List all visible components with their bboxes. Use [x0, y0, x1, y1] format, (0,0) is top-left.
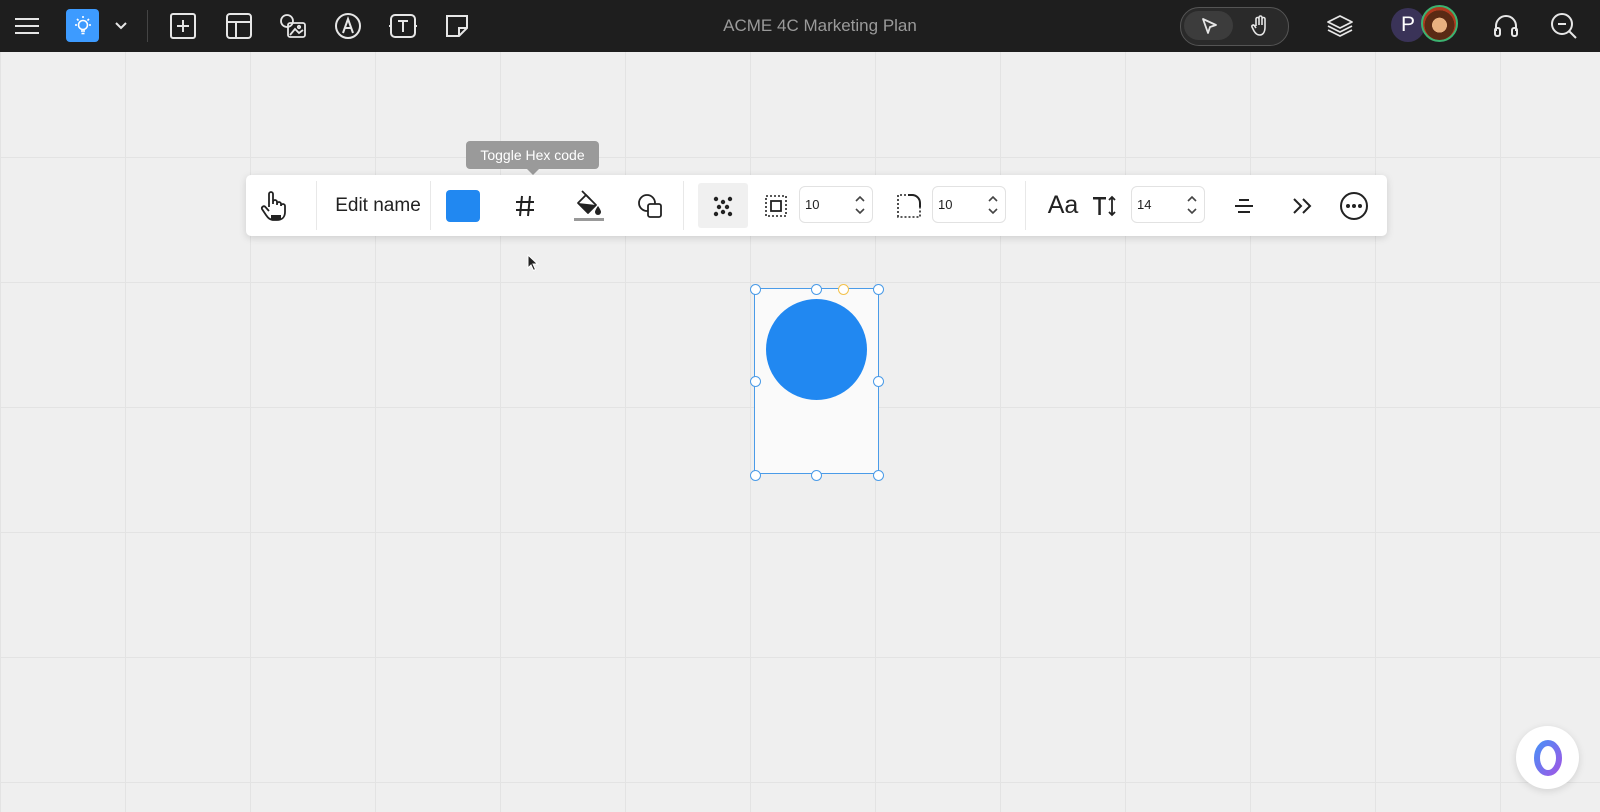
circle-shape[interactable]: [766, 299, 867, 400]
align-center-icon: [1235, 198, 1253, 213]
toolbar-divider: [430, 181, 431, 230]
hand-icon: [1250, 14, 1266, 36]
toolbar-divider: [683, 181, 684, 230]
chevron-down-icon[interactable]: [103, 8, 139, 44]
corner-radius-value: 10: [938, 197, 953, 212]
corner-radius-icon: [893, 183, 925, 228]
paint-bucket-icon: [574, 189, 604, 221]
headset-icon[interactable]: [1488, 8, 1524, 44]
resize-handle[interactable]: [873, 284, 884, 295]
avatar[interactable]: P: [1391, 8, 1425, 42]
layers-icon[interactable]: [1322, 8, 1358, 44]
resize-handle[interactable]: [873, 470, 884, 481]
pointer-icon: [1201, 17, 1217, 34]
toggle-hex-button[interactable]: [504, 183, 546, 228]
template-icon[interactable]: [221, 8, 257, 44]
top-bar: ACME 4C Marketing Plan P: [0, 0, 1600, 52]
scatter-layout-button[interactable]: [698, 183, 748, 228]
font-size-value: 14: [1137, 197, 1152, 212]
resize-handle[interactable]: [873, 376, 884, 387]
color-swatch: [446, 189, 480, 222]
tooltip: Toggle Hex code: [466, 141, 599, 175]
text-icon[interactable]: [385, 8, 421, 44]
padding-stepper[interactable]: 10: [799, 186, 873, 223]
avatar[interactable]: [1421, 5, 1458, 42]
more-options-button[interactable]: [1334, 183, 1374, 228]
add-frame-icon[interactable]: [165, 8, 201, 44]
pointer-hand-icon: [261, 190, 286, 221]
lightbulb-icon[interactable]: [66, 9, 99, 42]
pan-mode-button[interactable]: [1235, 11, 1284, 40]
assistant-logo-icon: [1533, 739, 1562, 776]
fill-color-swatch[interactable]: [442, 183, 484, 228]
double-chevron-right-icon: [1293, 197, 1312, 214]
menu-icon[interactable]: [9, 8, 45, 44]
font-family-button[interactable]: Aa: [1043, 183, 1083, 228]
document-title[interactable]: ACME 4C Marketing Plan: [620, 0, 1020, 52]
text-align-button[interactable]: [1226, 183, 1262, 228]
stepper-arrows-icon: [1187, 195, 1197, 215]
resize-handle[interactable]: [811, 470, 822, 481]
padding-value: 10: [805, 197, 820, 212]
shape-options-button[interactable]: [629, 183, 671, 228]
font-size-stepper[interactable]: 14: [1131, 186, 1205, 223]
shapes-icon: [638, 193, 662, 218]
interaction-button[interactable]: [254, 183, 294, 228]
hash-icon: [516, 195, 534, 216]
resize-handle[interactable]: [750, 284, 761, 295]
toolbar-divider: [1025, 181, 1026, 230]
image-icon[interactable]: [275, 8, 311, 44]
mouse-cursor-icon: [527, 254, 539, 272]
stepper-arrows-icon: [988, 195, 998, 215]
dots-grid-icon: [713, 196, 733, 216]
corner-radius-stepper[interactable]: 10: [932, 186, 1006, 223]
mode-toggle: [1180, 7, 1289, 46]
context-toolbar: Edit name 10 10 Aa 14: [246, 175, 1387, 236]
padding-icon: [760, 183, 792, 228]
pen-icon[interactable]: [330, 8, 366, 44]
stepper-arrows-icon: [855, 195, 865, 215]
rotate-handle[interactable]: [838, 284, 849, 295]
search-comments-icon[interactable]: [1546, 8, 1582, 44]
text-size-icon: [1089, 183, 1121, 228]
resize-handle[interactable]: [750, 470, 761, 481]
edit-name-button[interactable]: Edit name: [326, 183, 430, 228]
more-tools-button[interactable]: [1285, 183, 1321, 228]
select-mode-button[interactable]: [1184, 11, 1233, 40]
ellipsis-circle-icon: [1340, 191, 1368, 220]
toolbar-divider: [316, 181, 317, 230]
resize-handle[interactable]: [811, 284, 822, 295]
resize-handle[interactable]: [750, 376, 761, 387]
sticky-note-icon[interactable]: [439, 8, 475, 44]
assistant-button[interactable]: [1516, 726, 1579, 789]
fill-bucket-button[interactable]: [567, 183, 609, 228]
topbar-divider: [147, 10, 148, 42]
